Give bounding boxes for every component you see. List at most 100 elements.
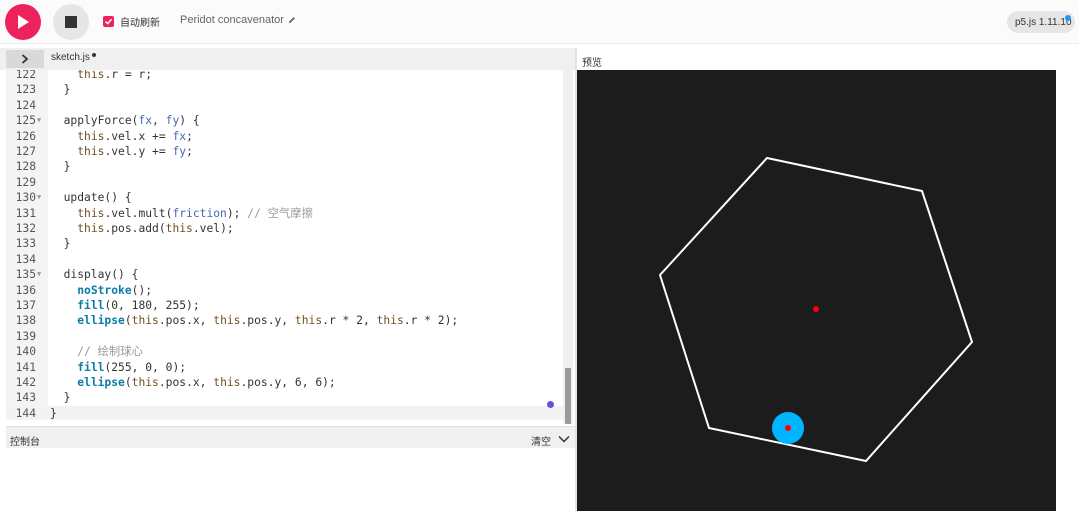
console-collapse-button[interactable]	[558, 431, 570, 449]
line-code: noStroke();	[77, 283, 153, 297]
line-number: 123	[15, 83, 36, 97]
code-line[interactable]: 126 this.vel.x += fx;	[6, 129, 573, 144]
line-number: 139	[15, 329, 36, 343]
code-line[interactable]: 124	[6, 98, 573, 113]
code-line[interactable]: 130 ▼ update() {	[6, 190, 573, 205]
line-number: 128	[15, 160, 36, 174]
console-header: 控制台 清空	[6, 426, 575, 448]
line-number: 125	[15, 114, 36, 128]
line-number: 141	[15, 360, 36, 374]
chevron-right-icon	[21, 54, 29, 64]
line-number: 132	[15, 222, 36, 235]
toolbar: 自动刷新 Peridot concavenator p5.js 1.11.10	[0, 0, 1079, 44]
line-number: 127	[15, 145, 36, 158]
line-number: 126	[15, 129, 36, 143]
code-line[interactable]: 139	[6, 329, 573, 344]
line-code: ellipse(this.pos.x, this.pos.y, this.r *…	[77, 314, 459, 328]
update-badge	[1065, 15, 1071, 21]
chevron-down-icon	[558, 435, 570, 443]
code-line[interactable]: 133 }	[6, 236, 573, 251]
code-line[interactable]: 127 this.vel.y += fy;	[6, 144, 573, 159]
line-code: }	[50, 237, 71, 251]
line-code: ellipse(this.pos.x, this.pos.y, 6, 6);	[77, 376, 336, 389]
line-number: 133	[15, 237, 36, 251]
file-tab[interactable]: sketch.js	[51, 52, 96, 63]
line-number: 124	[15, 98, 36, 112]
code-line[interactable]: 143 }	[6, 390, 573, 405]
code-line[interactable]: 135 ▼ display() {	[6, 267, 573, 282]
unsaved-indicator	[91, 53, 96, 57]
console-clear-button[interactable]: 清空	[531, 433, 551, 448]
code-line[interactable]: 122 this.r = r;	[6, 70, 573, 82]
auto-refresh-toggle[interactable]: 自动刷新	[103, 14, 160, 29]
line-code: }	[50, 83, 71, 97]
auto-refresh-checkbox[interactable]	[103, 16, 114, 27]
line-code: }	[50, 391, 71, 405]
fold-arrow-icon[interactable]: ▼	[37, 113, 41, 128]
code-line[interactable]: 131 this.vel.mult(friction); // 空气摩擦	[6, 206, 573, 221]
code-line[interactable]: 137 fill(0, 180, 255);	[6, 298, 573, 313]
line-code: applyForce(fx, fy) {	[50, 114, 200, 128]
line-number: 136	[15, 283, 36, 297]
sidebar-toggle-button[interactable]	[6, 50, 44, 68]
code-line[interactable]: 123 }	[6, 82, 573, 97]
line-number: 138	[15, 314, 36, 328]
line-number: 142	[15, 376, 36, 389]
stop-button[interactable]	[53, 4, 89, 40]
line-code: this.vel.x += fx;	[77, 129, 193, 143]
check-icon	[104, 18, 113, 25]
line-code: fill(0, 180, 255);	[77, 299, 200, 312]
code-line[interactable]: 141 fill(255, 0, 0);	[6, 360, 573, 375]
sketch-output	[658, 156, 974, 463]
line-number: 122	[15, 70, 36, 81]
line-code: display() {	[50, 268, 139, 282]
code-line[interactable]: 132 this.pos.add(this.vel);	[6, 221, 573, 236]
play-icon	[18, 15, 29, 29]
code-line[interactable]: 144}	[6, 405, 573, 420]
project-name[interactable]: Peridot concavenator	[180, 14, 296, 26]
line-code: fill(255, 0, 0);	[77, 360, 187, 374]
line-number: 143	[15, 391, 36, 405]
console-output[interactable]	[6, 448, 575, 511]
lint-indicator	[547, 401, 554, 408]
version-button[interactable]: p5.js 1.11.10	[1007, 11, 1075, 33]
code-line[interactable]: 125 ▼ applyForce(fx, fy) {	[6, 113, 573, 128]
line-code: this.pos.add(this.vel);	[77, 222, 234, 235]
line-number: 140	[15, 345, 36, 359]
line-number: 137	[15, 299, 36, 312]
auto-refresh-label: 自动刷新	[120, 18, 160, 29]
code-line[interactable]: 140 // 绘制球心	[6, 344, 573, 359]
preview-canvas[interactable]	[577, 70, 1056, 511]
fold-arrow-icon[interactable]: ▼	[37, 190, 41, 205]
console-title: 控制台	[10, 437, 40, 448]
line-number: 144	[15, 406, 36, 420]
stop-icon	[65, 16, 77, 28]
line-number: 130	[15, 191, 36, 205]
code-line[interactable]: 142 ellipse(this.pos.x, this.pos.y, 6, 6…	[6, 375, 573, 390]
editor-scrollbar-thumb[interactable]	[565, 368, 571, 424]
line-number: 129	[15, 175, 36, 189]
preview-label: 预览	[582, 58, 602, 69]
code-line[interactable]: 129	[6, 175, 573, 190]
fold-arrow-icon[interactable]: ▼	[37, 267, 41, 282]
pencil-icon[interactable]	[288, 16, 296, 24]
code-line[interactable]: 136 noStroke();	[6, 283, 573, 298]
hexagon-center-marker	[813, 306, 819, 312]
code-line[interactable]: 134	[6, 252, 573, 267]
line-code: update() {	[50, 191, 132, 205]
code-editor[interactable]: 122 this.r = r; 123 } 124 125 ▼ applyForce(f…	[6, 70, 573, 420]
line-number: 131	[15, 206, 36, 220]
line-number: 135	[15, 268, 36, 282]
line-code: // 绘制球心	[77, 345, 143, 359]
line-code: }	[50, 406, 57, 420]
project-name-text: Peridot concavenator	[180, 14, 284, 26]
version-label: p5.js 1.11.10	[1015, 16, 1072, 28]
play-button[interactable]	[5, 4, 41, 40]
line-code: }	[50, 160, 71, 174]
file-tab-name: sketch.js	[51, 52, 90, 63]
line-code: this.vel.y += fy;	[77, 145, 193, 158]
line-number: 134	[15, 252, 36, 266]
code-line[interactable]: 128 }	[6, 159, 573, 174]
code-line[interactable]: 138 ellipse(this.pos.x, this.pos.y, this…	[6, 313, 573, 328]
editor-header: sketch.js	[0, 48, 575, 70]
